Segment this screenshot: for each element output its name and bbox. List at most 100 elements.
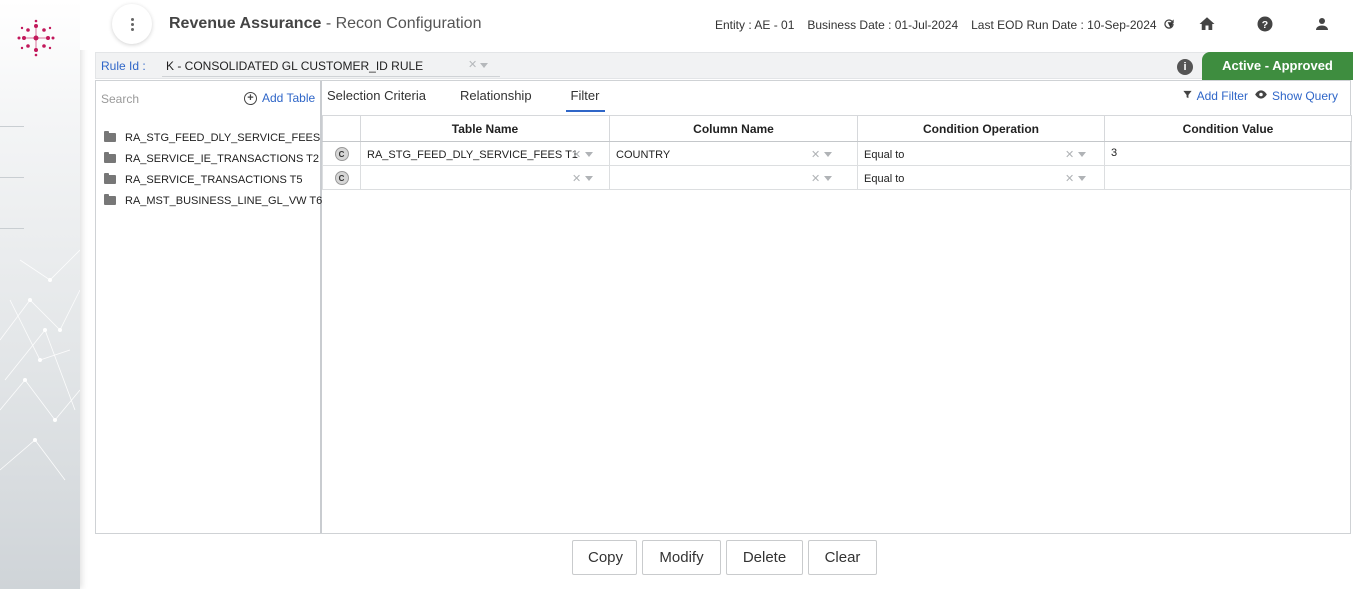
rule-bar: Rule Id : K - CONSOLIDATED GL CUSTOMER_I… [95,52,1353,80]
grid-header-table-name: Table Name [360,115,610,142]
clear-icon[interactable]: ✕ [811,148,820,161]
tree-item-label: RA_MST_BUSINESS_LINE_GL_VW T6 [125,194,323,207]
table-name-select[interactable]: ✕ [360,165,610,190]
column-name-select[interactable]: COUNTRY ✕ [609,141,858,166]
page-title: Revenue Assurance - Recon Configuration [169,15,481,33]
folder-icon [104,173,116,184]
tab-selection-criteria[interactable]: Selection Criteria [327,81,426,112]
condition-operation-select[interactable]: Equal to ✕ [857,165,1105,190]
caret-down-icon[interactable] [585,152,593,157]
action-bar: Copy Modify Delete Clear [572,540,877,575]
caret-down-icon[interactable] [1078,176,1086,181]
tree-item-label: RA_SERVICE_TRANSACTIONS T5 [125,173,303,186]
tree-item[interactable]: RA_SERVICE_IE_TRANSACTIONS T2 [104,148,342,169]
plus-circle-icon: + [244,91,257,105]
entity-label: Entity : AE - 01 [715,18,795,32]
page-name: - Recon Configuration [321,15,482,32]
filter-icon [1182,90,1192,99]
rule-id-select[interactable]: K - CONSOLIDATED GL CUSTOMER_ID RULE ✕ [162,55,500,77]
table-tree: RA_STG_FEED_DLY_SERVICE_FEES T ... RA_SE… [104,127,342,211]
app-name: Revenue Assurance [169,15,322,32]
info-icon[interactable]: i [1177,59,1193,75]
folder-icon [104,152,116,163]
grid-header-column-name: Column Name [609,115,858,142]
show-query-button[interactable]: Show Query [1254,89,1338,103]
content-panel: Search + Add Table RA_STG_FEED_DLY_SERVI… [95,80,1352,534]
eod-run-date-label: Last EOD Run Date : 10-Sep-2024 [971,18,1157,32]
condition-operation-value: Equal to [864,173,905,185]
row-badge-cell: C [322,165,361,190]
clear-icon[interactable]: ✕ [572,172,581,185]
brand-logo [17,19,55,57]
add-filter-button[interactable]: Add Filter [1182,89,1248,103]
row-badge-cell: C [322,141,361,166]
left-rail [0,0,80,589]
table-name-value: RA_STG_FEED_DLY_SERVICE_FEES T1 [367,149,578,161]
business-date-label: Business Date : 01-Jul-2024 [807,18,959,32]
filter-grid: Table Name Column Name Condition Operati… [322,115,1352,190]
grid-header-blank [322,115,361,142]
condition-value-input[interactable] [1104,165,1352,190]
tree-item[interactable]: RA_STG_FEED_DLY_SERVICE_FEES T ... [104,127,342,148]
tree-item-label: RA_STG_FEED_DLY_SERVICE_FEES T ... [125,131,342,144]
clear-icon[interactable]: ✕ [1065,148,1074,161]
table-row: C ✕ ✕ Equal to ✕ [322,165,1352,190]
delete-button[interactable]: Delete [726,540,803,575]
search-input[interactable]: Search [101,92,139,106]
condition-value: 3 [1111,147,1118,159]
caret-down-icon[interactable] [824,152,832,157]
condition-operation-value: Equal to [864,149,905,161]
caret-down-icon[interactable] [585,176,593,181]
column-name-select[interactable]: ✕ [609,165,858,190]
help-icon[interactable]: ? [1254,13,1276,35]
grid-toolbar: Add Filter Show Query [1182,89,1338,103]
tree-item-label: RA_SERVICE_IE_TRANSACTIONS T2 [125,152,319,165]
grid-header-condition-operation: Condition Operation [857,115,1105,142]
clear-icon[interactable]: ✕ [572,148,581,161]
folder-icon [104,194,116,205]
tab-relationship[interactable]: Relationship [460,81,532,112]
grid-header-row: Table Name Column Name Condition Operati… [322,115,1352,142]
caret-down-icon[interactable] [480,63,488,68]
kebab-icon [130,17,134,31]
table-row: C RA_STG_FEED_DLY_SERVICE_FEES T1 ✕ COUN… [322,141,1352,166]
rail-divider [0,177,24,178]
table-name-select[interactable]: RA_STG_FEED_DLY_SERVICE_FEES T1 ✕ [360,141,610,166]
clear-icon[interactable]: ✕ [811,172,820,185]
eye-icon [1255,90,1267,99]
rule-id-value: K - CONSOLIDATED GL CUSTOMER_ID RULE [166,59,424,73]
add-table-label: Add Table [262,91,316,105]
refresh-icon[interactable] [1158,13,1180,35]
table-list-panel: Search + Add Table RA_STG_FEED_DLY_SERVI… [96,81,342,533]
grid-header-condition-value: Condition Value [1104,115,1352,142]
status-badge: Active - Approved [1202,52,1353,80]
tree-item[interactable]: RA_MST_BUSINESS_LINE_GL_VW T6 [104,190,342,211]
caret-down-icon[interactable] [1078,152,1086,157]
header: Revenue Assurance - Recon Configuration … [80,0,1366,50]
svg-text:?: ? [1262,19,1268,31]
rail-divider [0,126,24,127]
more-menu-button[interactable] [112,4,152,44]
header-info: Entity : AE - 01 Business Date : 01-Jul-… [715,18,1175,32]
home-icon[interactable] [1196,13,1218,35]
column-name-value: COUNTRY [616,149,671,161]
tab-filter[interactable]: Filter [565,81,606,112]
user-icon[interactable] [1311,13,1333,35]
copy-button[interactable]: Copy [572,540,637,575]
row-type-badge[interactable]: C [334,146,349,161]
folder-icon [104,131,116,142]
condition-value-input[interactable]: 3 [1104,141,1352,166]
row-type-badge[interactable]: C [334,170,349,185]
tree-item[interactable]: RA_SERVICE_TRANSACTIONS T5 [104,169,342,190]
condition-operation-select[interactable]: Equal to ✕ [857,141,1105,166]
modify-button[interactable]: Modify [642,540,721,575]
clear-button[interactable]: Clear [808,540,877,575]
caret-down-icon[interactable] [824,176,832,181]
show-query-label: Show Query [1271,89,1338,103]
rail-divider [0,228,24,229]
add-filter-label: Add Filter [1196,89,1248,103]
clear-icon[interactable]: ✕ [468,58,477,71]
tab-bar: Selection Criteria Relationship Filter [327,81,639,113]
add-table-button[interactable]: + Add Table [244,91,315,105]
clear-icon[interactable]: ✕ [1065,172,1074,185]
